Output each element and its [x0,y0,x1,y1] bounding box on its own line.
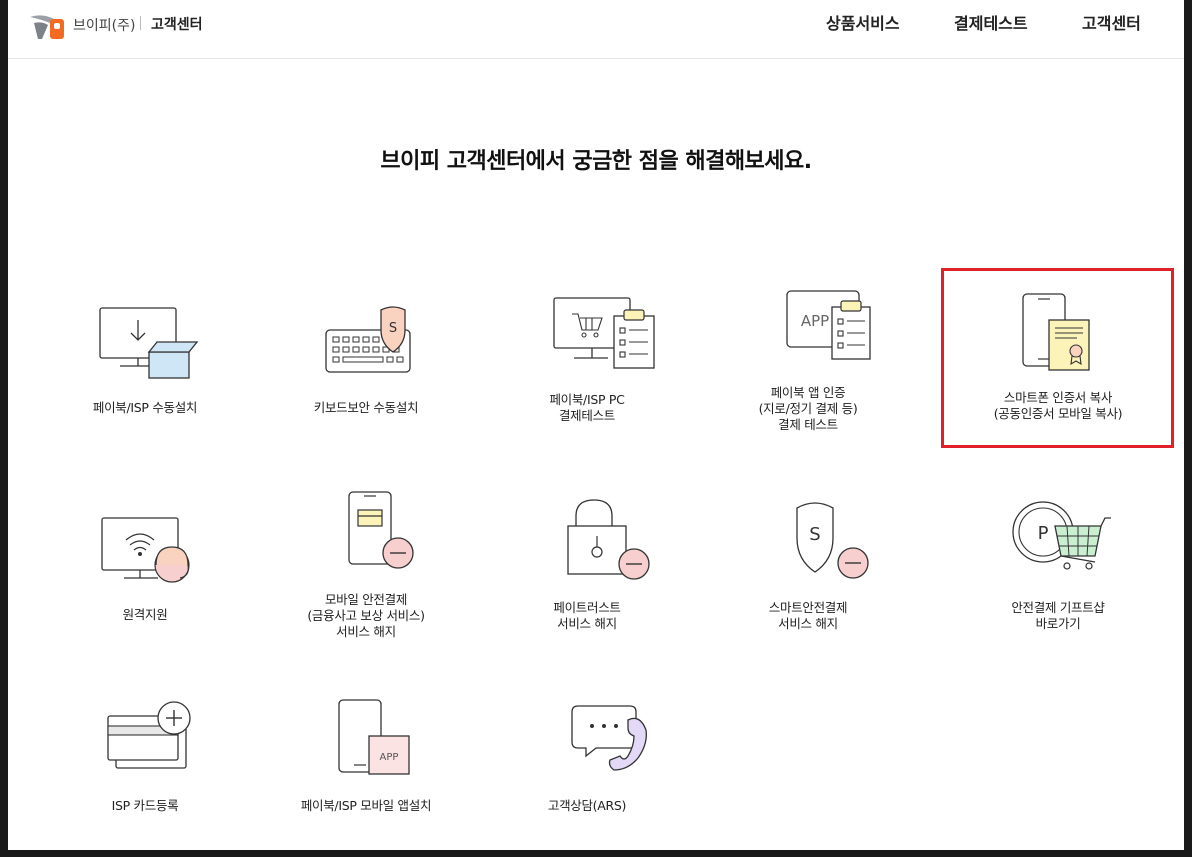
tile-label: 페이북 앱 인증 [770,385,846,400]
brand-name: 브이피(주) [73,18,136,34]
vp-logo-icon[interactable] [28,11,70,41]
svg-text:P: P [1038,523,1049,544]
tile-paybook-isp-pc-test[interactable]: 페이북/ISP PC 결제테스트 [474,292,700,432]
tile-label: 결제테스트 [558,408,615,423]
tile-label: 모바일 안전결제 [324,592,408,607]
svg-text:APP: APP [380,752,399,763]
tile-remote-support[interactable]: 원격지원 [32,510,258,630]
tile-keyboard-security-install[interactable]: S 키보드보안 수동설치 [253,300,479,430]
svg-text:APP: APP [801,312,829,330]
phone-certificate-icon [1022,293,1090,371]
tile-label: 페이북/ISP PC [549,392,625,407]
monitor-download-icon [99,307,199,379]
tile-customer-consult-ars[interactable]: 고객상담(ARS) [474,700,700,820]
tile-label: 서비스 해지 [778,616,838,631]
coin-cart-icon: P [1012,501,1111,570]
monitor-wifi-agent-icon [101,517,190,583]
tile-label: 페이트러스트 [553,600,621,615]
monitor-cart-checklist-icon [553,297,655,369]
tile-smartphone-cert-copy[interactable]: 스마트폰 인증서 복사 (공동인증서 모바일 복사) [945,290,1171,430]
tile-label: 결제 테스트 [778,417,838,432]
tile-label: (공동인증서 모바일 복사) [993,406,1123,421]
tile-label: 서비스 해지 [557,616,617,631]
site-header: 브이피(주) 고객센터 상품서비스 결제테스트 고객센터 [8,0,1184,59]
phone-card-minus-icon [348,491,414,569]
nav-products[interactable]: 상품서비스 [826,10,900,34]
tile-label: 스마트안전결제 [768,600,848,615]
phone-app-icon: APP [338,699,410,775]
tile-label: 서비스 해지 [336,624,396,639]
nav-payment-test[interactable]: 결제테스트 [954,10,1028,34]
tile-label: 고객상담(ARS) [547,798,627,813]
keyboard-shield-icon: S [325,306,411,373]
tile-label: 바로가기 [1035,616,1081,631]
tile-mobile-safe-payment-cancel[interactable]: 모바일 안전결제 (금융사고 보상 서비스) 서비스 해지 [253,486,479,646]
tile-label: 키보드보안 수동설치 [313,400,419,415]
svg-text:S: S [809,524,820,545]
tile-label: 안전결제 기프트샵 [1011,600,1105,615]
brand-divider [140,16,141,30]
tile-safe-payment-giftshop[interactable]: P 안전결제 기프트샵 바로가기 [945,496,1171,636]
shield-minus-icon: S [796,502,869,579]
tile-smart-safe-payment-cancel[interactable]: S 스마트안전결제 서비스 해지 [695,496,921,636]
chat-phone-icon [571,705,647,771]
page-frame: 브이피(주) 고객센터 상품서비스 결제테스트 고객센터 브이피 고객센터에서 … [8,0,1184,850]
tile-label: (지로/정기 결제 등) [758,401,858,416]
app-checklist-icon: APP [786,290,871,360]
lock-minus-icon [567,499,650,580]
tile-paybook-isp-mobile-install[interactable]: APP 페이북/ISP 모바일 앱설치 [253,698,479,818]
tile-label: 페이북/ISP 모바일 앱설치 [300,798,432,813]
tile-paybook-isp-install[interactable]: 페이북/ISP 수동설치 [32,300,258,430]
tile-label: 페이북/ISP 수동설치 [92,400,198,415]
tile-isp-card-register[interactable]: ISP 카드등록 [32,700,258,820]
tile-label: 스마트폰 인증서 복사 [1003,390,1113,405]
card-plus-icon [107,701,191,769]
nav-customer-center[interactable]: 고객센터 [1082,10,1141,34]
tile-paytrust-cancel[interactable]: 페이트러스트 서비스 해지 [474,496,700,636]
svg-text:S: S [389,321,397,336]
brand-center-title[interactable]: 고객센터 [151,14,203,34]
page-headline: 브이피 고객센터에서 궁금한 점을 해결해보세요. [380,149,812,174]
tile-label: 원격지원 [122,607,168,622]
tile-label: (금융사고 보상 서비스) [307,608,425,623]
tile-label: ISP 카드등록 [111,798,179,813]
tile-paybook-app-auth-test[interactable]: APP 페이북 앱 인증 (지로/정기 결제 등) 결제 테스트 [695,285,921,435]
